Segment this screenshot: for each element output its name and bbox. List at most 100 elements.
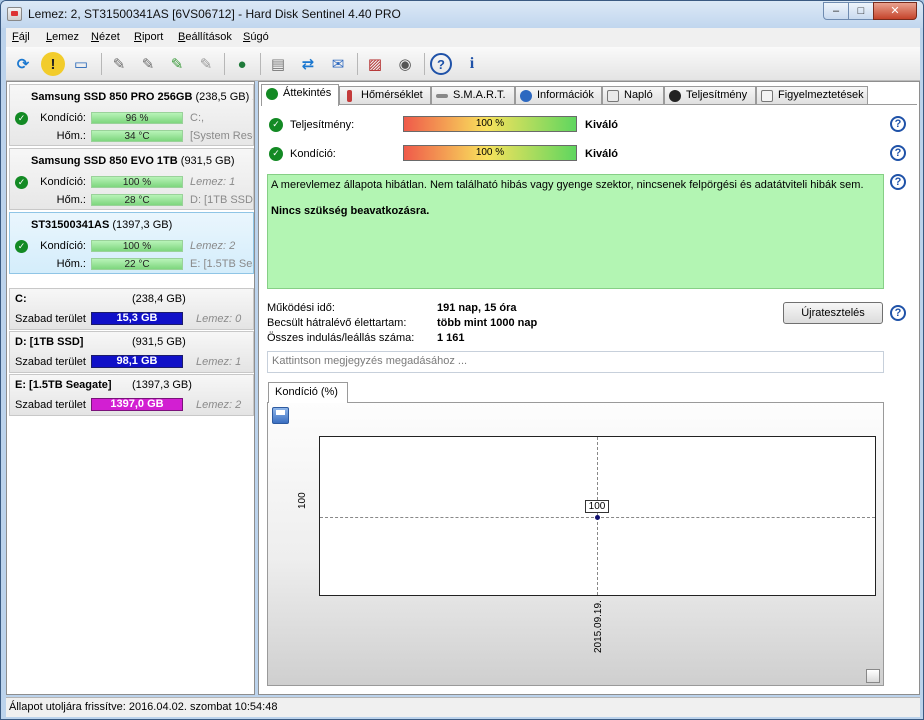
chart-panel: 100 100 2015.09.19. (267, 402, 884, 686)
condition-bar: 100 % (91, 240, 183, 252)
disk-partition-name: [System Rese (190, 130, 254, 142)
help-icon[interactable]: ? (890, 305, 906, 321)
maximize-button[interactable]: □ (848, 2, 874, 20)
help-icon[interactable]: ? (890, 145, 906, 161)
info-icon[interactable]: i (460, 52, 484, 76)
menu-help[interactable]: Súgó (243, 31, 269, 43)
disk-partition-name: D: [1TB SSD] (190, 194, 254, 206)
x-tick-label: 2015.09.19. (593, 600, 604, 653)
free-space-label: Szabad terület (15, 356, 86, 368)
disk-partitions: C:, (190, 112, 205, 124)
tab-information[interactable]: Információk (515, 86, 602, 105)
performance-grade: Kiváló (585, 119, 619, 131)
temperature-bar: 34 °C (91, 130, 183, 142)
toolbar: ⟳ ! ▭ ✎ ✎ ✎ ✎ ● ▤ ⇄ ✉ ▨ ◉ ? i (6, 47, 920, 81)
status-bar: Állapot utoljára frissítve: 2016.04.02. … (6, 697, 920, 717)
volume-size: (931,5 GB) (132, 336, 186, 348)
note-input[interactable]: Kattintson megjegyzés megadásához ... (267, 351, 884, 373)
send-icon[interactable]: ✉ (326, 52, 350, 76)
chart-icon[interactable]: ▨ (363, 52, 387, 76)
info-icon (520, 90, 532, 102)
minimize-button[interactable]: – (823, 2, 849, 20)
menu-report[interactable]: Riport (134, 31, 163, 43)
chart-plot-area: 100 (319, 436, 876, 596)
condition-label: Kondíció: (290, 148, 336, 160)
thermometer-icon (347, 90, 352, 102)
menu-settings[interactable]: Beállítások (178, 31, 232, 43)
speaker-icon[interactable]: ◉ (393, 52, 417, 76)
free-space-bar: 15,3 GB (91, 312, 183, 325)
disk-item-0[interactable]: Samsung SSD 850 PRO 256GB (238,5 GB) Le … (9, 84, 254, 146)
retest-button[interactable]: Újratesztelés (783, 302, 883, 324)
close-button[interactable]: ✕ (873, 2, 917, 20)
disk-number: Lemez: 1 (190, 176, 236, 188)
toolbar-separator (357, 53, 358, 75)
disk-partition-name: E: [1.5TB Seag (190, 258, 253, 270)
volume-disk: Lemez: 2 (196, 399, 242, 411)
menu-disk[interactable]: Lemez (46, 31, 79, 43)
volume-size: (238,4 GB) (132, 293, 186, 305)
condition-bar: 96 % (91, 112, 183, 124)
power-on-time-label: Működési idő: (267, 302, 335, 314)
globe-icon[interactable]: ● (230, 52, 254, 76)
menu-file[interactable]: Fájl (12, 31, 30, 43)
toolbar-separator (224, 53, 225, 75)
app-icon (7, 7, 22, 21)
help-icon[interactable]: ? (890, 174, 906, 190)
volume-item-c[interactable]: C: (238,4 GB) Szabad terület 15,3 GB Lem… (9, 288, 254, 330)
chart-tab[interactable]: Kondíció (%) (268, 382, 348, 403)
detail-panel: Áttekintés Hőmérséklet S.M.A.R.T. Inform… (258, 81, 920, 695)
temperature-label: Hőm.: (56, 130, 86, 142)
disk-title: ST31500341AS (1397,3 GB) (31, 219, 173, 231)
toolbar-separator (101, 53, 102, 75)
tab-alerts[interactable]: Figyelmeztetések (756, 86, 868, 105)
condition-bar: 100 % (91, 176, 183, 188)
disk-item-1[interactable]: Samsung SSD 850 EVO 1TB (931,5 GB) ✓ Kon… (9, 148, 254, 210)
power-on-time-value: 191 nap, 15 óra (437, 302, 517, 314)
smart-icon (436, 94, 448, 98)
disk-item-2[interactable]: ST31500341AS (1397,3 GB) ✓ Kondíció: 100… (9, 212, 254, 274)
log-icon (607, 90, 619, 102)
volume-name: C: (15, 293, 27, 305)
save-icon[interactable] (272, 407, 289, 424)
toolbar-separator (260, 53, 261, 75)
tab-log[interactable]: Napló (602, 86, 664, 105)
volume-name: D: [1TB SSD] (15, 336, 84, 348)
document-icon[interactable]: ▤ (266, 52, 290, 76)
disk-test-icon[interactable]: ✎ (107, 52, 131, 76)
check-icon (266, 88, 278, 100)
disk-icon[interactable]: ▭ (69, 52, 93, 76)
free-space-label: Szabad terület (15, 313, 86, 325)
volume-item-e[interactable]: E: [1.5TB Seagate] (1397,3 GB) Szabad te… (9, 374, 254, 416)
condition-label: Kondíció: (40, 112, 86, 124)
tab-smart[interactable]: S.M.A.R.T. (431, 86, 515, 105)
volume-disk: Lemez: 0 (196, 313, 242, 325)
title-bar[interactable]: Lemez: 2, ST31500341AS [6VS06712] - Hard… (1, 1, 923, 28)
sync-icon[interactable]: ⇄ (296, 52, 320, 76)
alert-icon[interactable]: ! (41, 52, 65, 76)
help-icon[interactable]: ? (890, 116, 906, 132)
status-text: A merevlemez állapota hibátlan. Nem talá… (271, 179, 864, 191)
disk-test-2-icon[interactable]: ✎ (136, 52, 160, 76)
condition-bar: 100 % (403, 145, 577, 161)
tab-overview[interactable]: Áttekintés (261, 84, 339, 106)
temperature-bar: 28 °C (91, 194, 183, 206)
tab-performance[interactable]: Teljesítmény (664, 86, 756, 105)
disk-tool-icon[interactable]: ✎ (194, 52, 218, 76)
start-stop-label: Összes indulás/leállás száma: (267, 332, 415, 344)
menu-view[interactable]: Nézet (91, 31, 120, 43)
disk-test-3-icon[interactable]: ✎ (165, 52, 189, 76)
data-point (595, 515, 600, 520)
free-space-bar: 98,1 GB (91, 355, 183, 368)
tab-temperature[interactable]: Hőmérséklet (339, 86, 431, 105)
disk-number: Lemez: 2 (190, 240, 236, 252)
volume-item-d[interactable]: D: [1TB SSD] (931,5 GB) Szabad terület 9… (9, 331, 254, 373)
status-recommendation: Nincs szükség beavatkozásra. (271, 205, 430, 217)
check-icon: ✓ (15, 176, 28, 189)
temperature-bar: 22 °C (91, 258, 183, 270)
chart-scroll-handle[interactable] (866, 669, 880, 683)
disk-list-panel: Samsung SSD 850 PRO 256GB (238,5 GB) Le … (6, 81, 255, 695)
help-icon[interactable]: ? (430, 53, 452, 75)
toolbar-separator (424, 53, 425, 75)
refresh-icon[interactable]: ⟳ (11, 52, 35, 76)
